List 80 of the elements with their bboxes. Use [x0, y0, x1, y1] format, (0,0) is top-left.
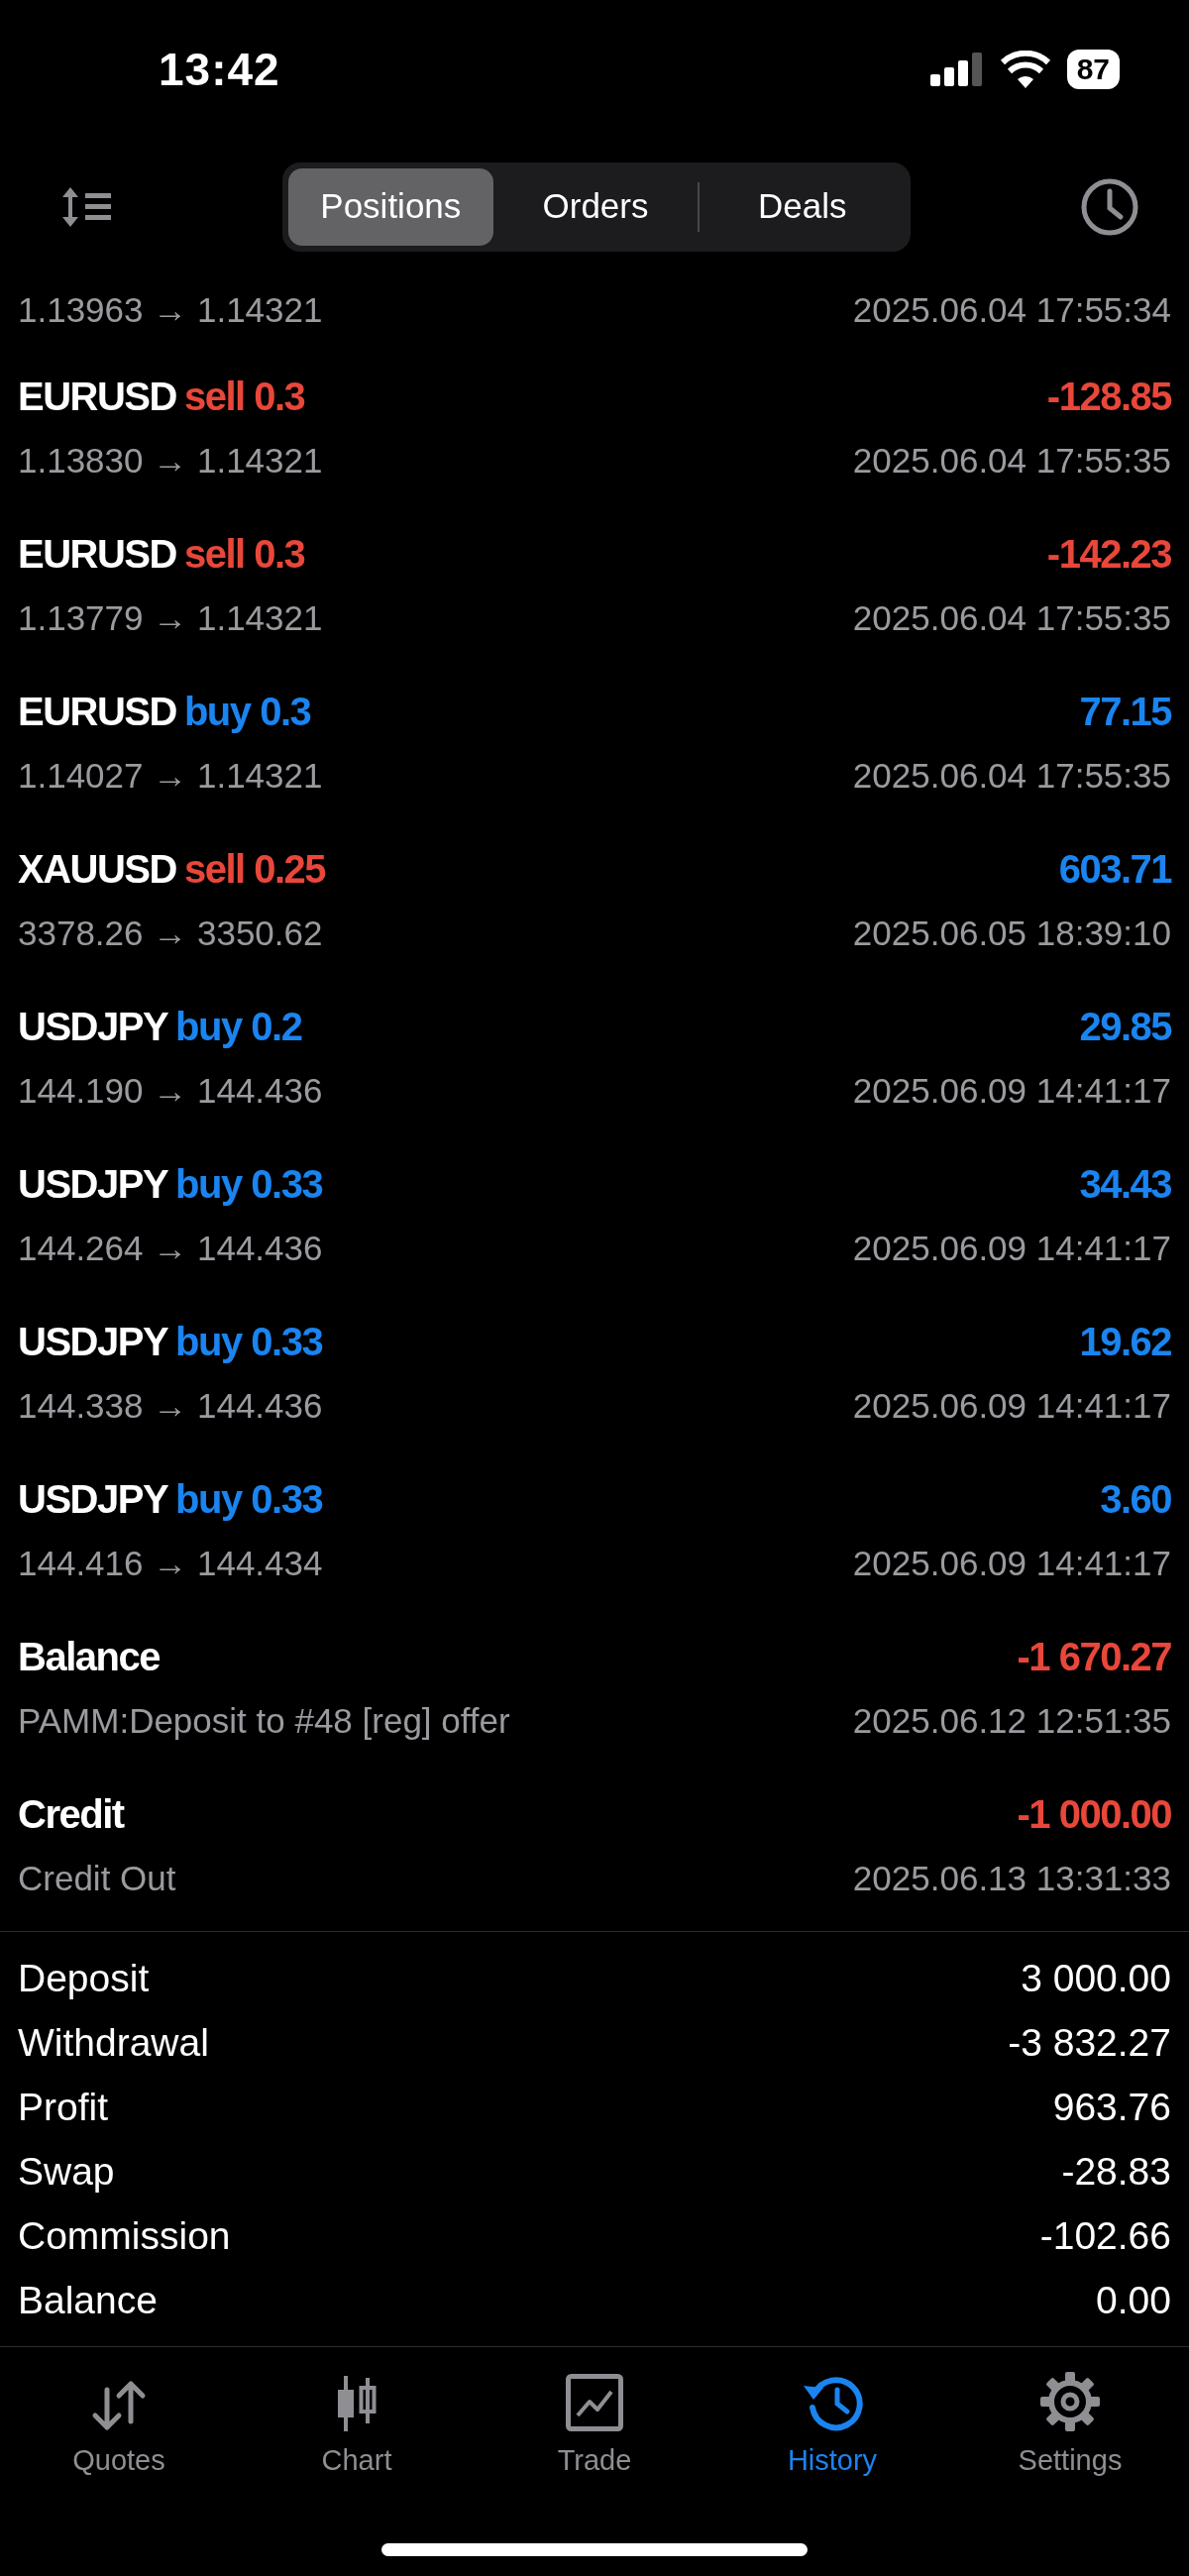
- segment-tab[interactable]: Orders: [492, 167, 699, 246]
- deal-time: 2025.06.05 18:39:10: [852, 912, 1171, 954]
- symbol-name: USDJPY: [18, 1319, 168, 1365]
- trade-action: sell 0.25: [183, 846, 326, 893]
- price-range: 144.264 → 144.436: [18, 1228, 323, 1269]
- profit-value: 19.62: [1079, 1319, 1171, 1365]
- profit-value: 29.85: [1079, 1004, 1171, 1050]
- deal-comment: PAMM:Deposit to #48 [reg] offer: [18, 1700, 510, 1742]
- profit-value: -1 000.00: [1017, 1791, 1171, 1838]
- summary-value: 3 000.00: [1021, 1956, 1171, 2001]
- segment-tab[interactable]: Positions: [288, 167, 493, 246]
- summary-value: 963.76: [1052, 2085, 1171, 2130]
- deal-time: 2025.06.12 12:51:35: [852, 1700, 1171, 1742]
- trade-action: buy 0.33: [175, 1476, 323, 1523]
- price-range: 144.338 → 144.436: [18, 1385, 323, 1427]
- gear-icon: [1040, 2372, 1100, 2431]
- symbol-name: USDJPY: [18, 1161, 168, 1208]
- deal-time: 2025.06.04 17:55:35: [852, 597, 1171, 639]
- summary-value: 0.00: [1096, 2278, 1171, 2323]
- price-range: 144.190 → 144.436: [18, 1070, 323, 1112]
- deal-time: 2025.06.04 17:55:34: [852, 289, 1171, 331]
- price-range: 1.13963 → 1.14321: [18, 289, 323, 331]
- trade-action: buy 0.2: [175, 1004, 302, 1050]
- deal-comment: Credit Out: [18, 1858, 176, 1899]
- history-icon: [802, 2374, 863, 2431]
- deal-time: 2025.06.09 14:41:17: [852, 1228, 1171, 1269]
- trade-action: buy 0.33: [175, 1319, 323, 1365]
- chart-icon: [566, 2374, 623, 2431]
- profit-value: -1 670.27: [1017, 1634, 1171, 1680]
- symbol-name: USDJPY: [18, 1476, 168, 1523]
- summary-label: Commission: [18, 2213, 231, 2259]
- symbol-name: EURUSD: [18, 531, 176, 578]
- summary-value: -28.83: [1061, 2149, 1171, 2195]
- tab-bar-item[interactable]: Trade: [476, 2369, 713, 2484]
- price-range: 1.13830 → 1.14321: [18, 440, 323, 482]
- deal-time: 2025.06.13 13:31:33: [852, 1858, 1171, 1899]
- battery-level: 87: [1066, 50, 1120, 89]
- trade-action: buy 0.33: [175, 1161, 323, 1208]
- candles-icon: [335, 2376, 378, 2431]
- summary-label: Balance: [18, 2278, 158, 2323]
- trade-action: sell 0.3: [183, 531, 305, 578]
- price-range: 144.416 → 144.434: [18, 1543, 323, 1584]
- deal-time: 2025.06.04 17:55:35: [852, 440, 1171, 482]
- tab-bar-item[interactable]: History: [713, 2369, 951, 2484]
- clock-icon[interactable]: [1080, 176, 1139, 237]
- summary-value: -3 832.27: [1008, 2020, 1171, 2066]
- price-range: 3378.26 → 3350.62: [18, 912, 323, 954]
- profit-value: 603.71: [1058, 846, 1171, 893]
- symbol-name: EURUSD: [18, 374, 176, 420]
- segment-tab[interactable]: Deals: [700, 167, 905, 246]
- status-time: 13:42: [159, 42, 280, 97]
- tab-bar-item[interactable]: Chart: [238, 2369, 476, 2484]
- deal-time: 2025.06.09 14:41:17: [852, 1385, 1171, 1427]
- trade-action: buy 0.3: [183, 689, 311, 735]
- summary-label: Swap: [18, 2149, 115, 2195]
- symbol-name: XAUUSD: [18, 846, 176, 893]
- summary-label: Profit: [18, 2085, 109, 2130]
- profit-value: 3.60: [1100, 1476, 1171, 1523]
- profit-value: 34.43: [1079, 1161, 1171, 1208]
- price-range: 1.14027 → 1.14321: [18, 755, 323, 797]
- deal-time: 2025.06.09 14:41:17: [852, 1070, 1171, 1112]
- symbol-name: Credit: [18, 1791, 124, 1838]
- tab-bar-item[interactable]: Settings: [951, 2369, 1189, 2484]
- profit-value: 77.15: [1079, 689, 1171, 735]
- deal-time: 2025.06.04 17:55:35: [852, 755, 1171, 797]
- profit-value: -142.23: [1046, 531, 1171, 578]
- wifi-icon: [999, 51, 1051, 88]
- tab-bar-item[interactable]: Quotes: [0, 2369, 238, 2484]
- summary-label: Withdrawal: [18, 2020, 209, 2066]
- price-range: 1.13779 → 1.14321: [18, 597, 323, 639]
- deal-time: 2025.06.09 14:41:17: [852, 1543, 1171, 1584]
- summary-label: Deposit: [18, 1956, 150, 2001]
- arrows-icon: [91, 2380, 147, 2431]
- profit-value: -128.85: [1046, 374, 1171, 420]
- signal-icon: [929, 53, 984, 86]
- trade-action: sell 0.3: [183, 374, 305, 420]
- symbol-name: USDJPY: [18, 1004, 168, 1050]
- summary-value: -102.66: [1039, 2213, 1171, 2259]
- symbol-name: Balance: [18, 1634, 160, 1680]
- symbol-name: EURUSD: [18, 689, 176, 735]
